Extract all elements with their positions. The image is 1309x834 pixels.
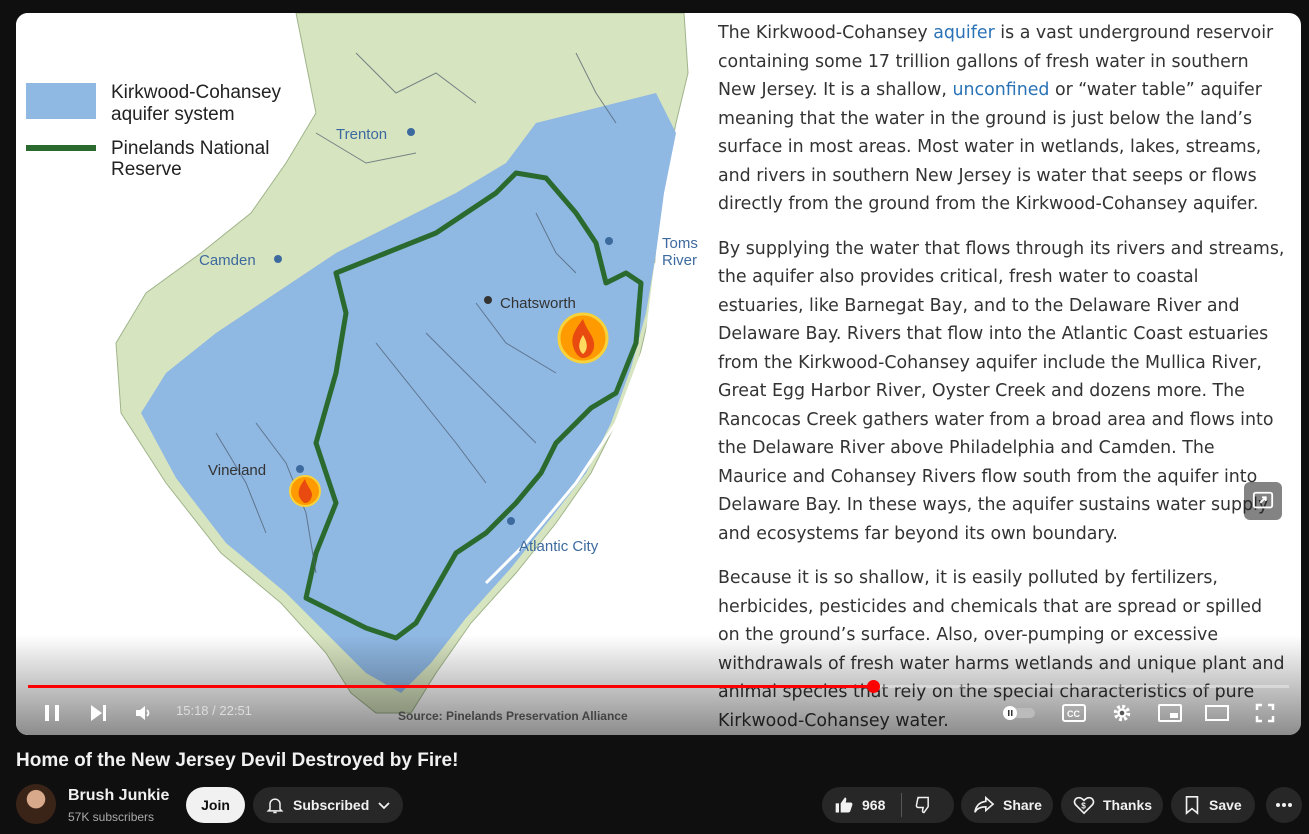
theater-icon[interactable]: [1202, 699, 1232, 727]
like-count[interactable]: 968: [862, 797, 885, 813]
progress-bar[interactable]: [28, 679, 1289, 693]
place-toms-river-1: Toms: [662, 235, 698, 252]
share-button[interactable]: Share: [961, 787, 1053, 823]
like-dislike-group: 968: [822, 787, 954, 823]
save-button[interactable]: Save: [1171, 787, 1255, 823]
unconfined-link: unconfined: [952, 80, 1050, 100]
thanks-button[interactable]: $ Thanks: [1061, 787, 1163, 823]
place-camden: Camden: [199, 252, 256, 269]
place-vineland: Vineland: [208, 462, 266, 479]
bookmark-icon: [1183, 795, 1201, 815]
subscriber-count: 57K subscribers: [68, 810, 155, 824]
video-title: Home of the New Jersey Devil Destroyed b…: [16, 750, 459, 771]
article-paragraph-1: The Kirkwood-Cohansey aquifer is a vast …: [718, 23, 1274, 214]
gear-icon[interactable]: [1107, 699, 1137, 727]
article-text: The Kirkwood-Cohansey aquifer is a vast …: [718, 19, 1288, 735]
share-icon: [973, 795, 995, 815]
legend-reserve-line1: Pinelands National: [111, 138, 269, 159]
legend-aquifer-swatch: [26, 83, 96, 119]
time-display: 15:18 / 22:51: [176, 703, 252, 718]
place-trenton: Trenton: [336, 126, 387, 143]
thanks-label: Thanks: [1103, 797, 1153, 813]
expand-icon[interactable]: [1244, 482, 1282, 520]
save-label: Save: [1209, 797, 1242, 813]
aquifer-link: aquifer: [933, 23, 995, 43]
fire-icon: [557, 312, 609, 364]
article-paragraph-2: By supplying the water that flows throug…: [718, 238, 1285, 544]
legend-reserve-swatch: [26, 145, 96, 151]
subscribed-label: Subscribed: [293, 797, 370, 813]
next-icon[interactable]: [84, 699, 112, 727]
legend-aquifer-line1: Kirkwood-Cohansey: [111, 82, 282, 103]
svg-text:CC: CC: [1067, 709, 1080, 719]
svg-text:$: $: [1081, 802, 1086, 811]
join-button[interactable]: Join: [186, 787, 245, 823]
thumbs-down-icon[interactable]: [914, 795, 934, 815]
place-chatsworth: Chatsworth: [500, 295, 576, 312]
fullscreen-icon[interactable]: [1250, 699, 1280, 727]
legend-aquifer-line2: aquifer system: [111, 104, 235, 125]
aquifer-map: Kirkwood-Cohansey aquifer system Pinelan…: [16, 13, 706, 735]
volume-icon[interactable]: [130, 699, 158, 727]
progress-fill: [28, 685, 873, 688]
more-icon[interactable]: [1266, 787, 1302, 823]
channel-name[interactable]: Brush Junkie: [68, 787, 169, 805]
autoplay-toggle-icon[interactable]: [1001, 699, 1037, 727]
cc-icon[interactable]: CC: [1059, 699, 1089, 727]
video-player[interactable]: Kirkwood-Cohansey aquifer system Pinelan…: [16, 13, 1301, 735]
thumbs-up-icon[interactable]: [834, 795, 854, 815]
thanks-icon: $: [1073, 795, 1095, 815]
avatar[interactable]: [16, 784, 56, 824]
subscribed-button[interactable]: Subscribed: [253, 787, 403, 823]
map-source: Source: Pinelands Preservation Alliance: [398, 709, 628, 723]
pause-icon[interactable]: [38, 699, 66, 727]
fire-icon: [289, 475, 321, 507]
place-toms-river-2: River: [662, 252, 697, 269]
legend-reserve-line2: Reserve: [111, 159, 182, 180]
like-divider: [901, 793, 903, 817]
miniplayer-icon[interactable]: [1155, 699, 1185, 727]
share-label: Share: [1003, 797, 1042, 813]
bell-icon: [265, 795, 285, 815]
place-atlantic-city: Atlantic City: [519, 538, 599, 555]
chevron-down-icon: [377, 798, 391, 812]
scrubber-handle[interactable]: [866, 679, 880, 693]
